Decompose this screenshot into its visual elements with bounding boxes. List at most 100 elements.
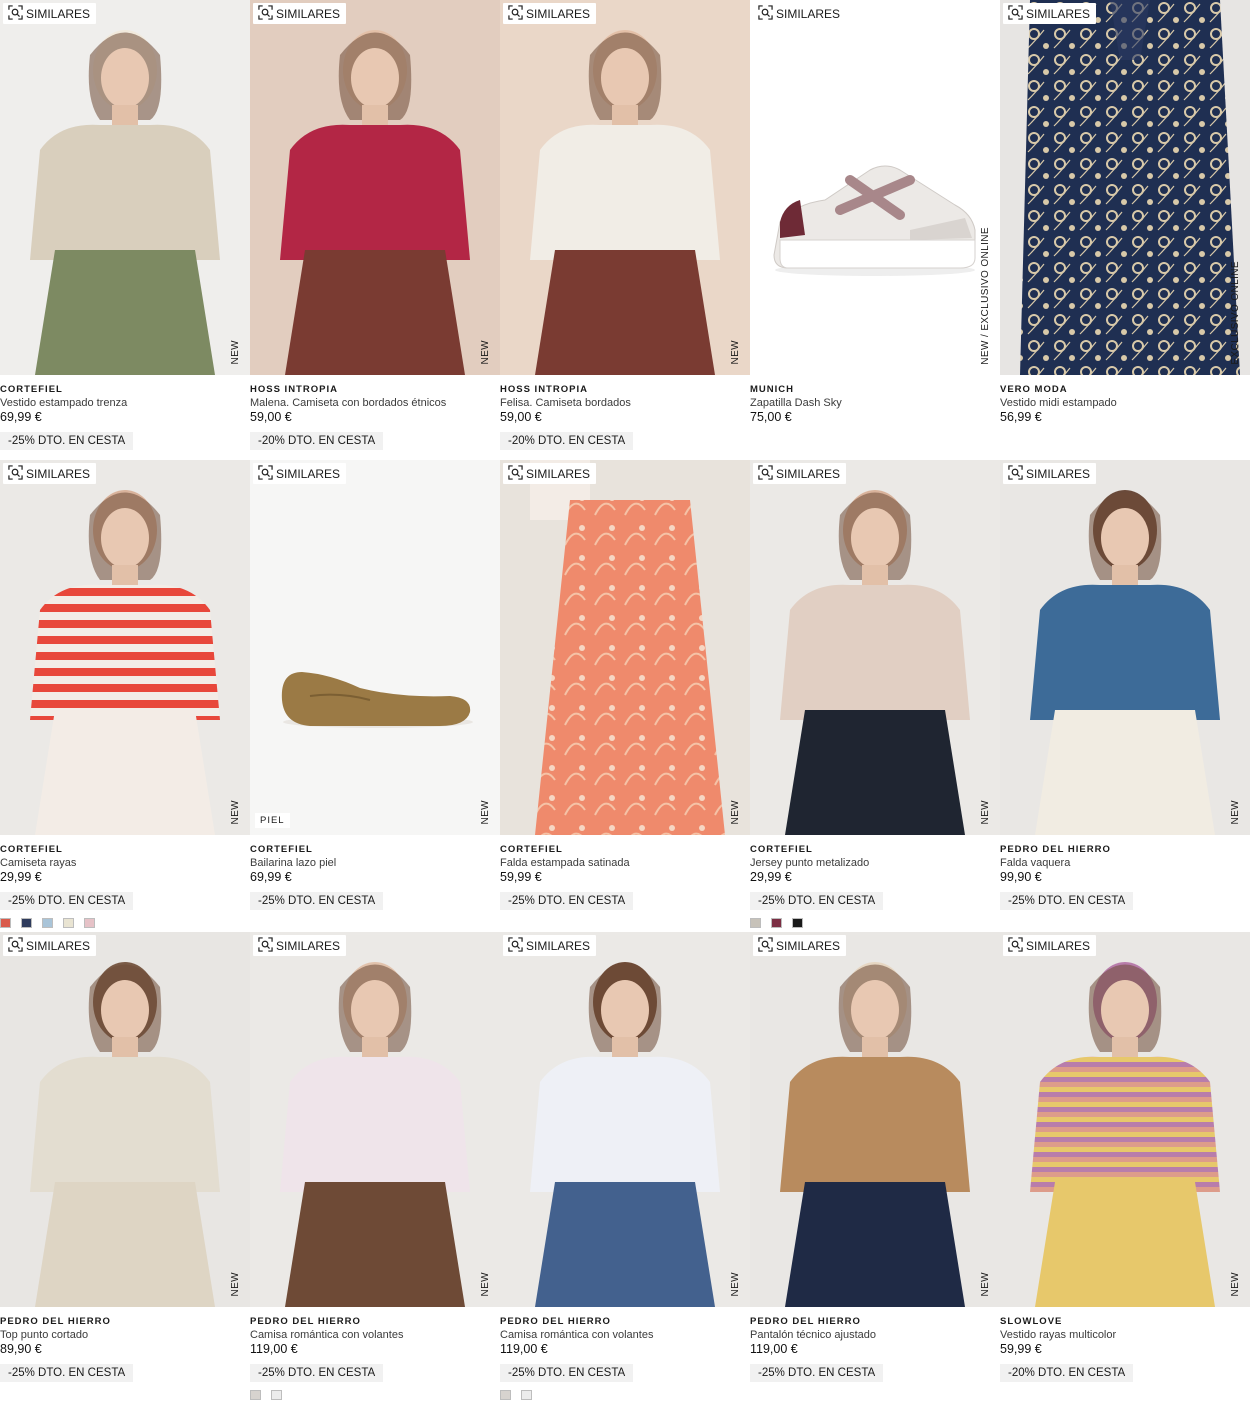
new-tag: NEW	[1230, 1272, 1241, 1297]
similar-button[interactable]: SIMILARES	[503, 3, 597, 24]
similar-label: SIMILARES	[26, 938, 91, 953]
product-brand: PEDRO DEL HIERRO	[500, 1316, 611, 1327]
new-tag: NEW	[730, 1272, 741, 1297]
similar-button[interactable]: SIMILARES	[253, 935, 347, 956]
product-name[interactable]: Camisa romántica con volantes	[250, 1328, 500, 1342]
product-name[interactable]: Falda estampada satinada	[500, 856, 750, 870]
product-name[interactable]: Vestido rayas multicolor	[1000, 1328, 1250, 1342]
visual-search-icon	[8, 936, 23, 955]
new-tag: NEW	[980, 1272, 991, 1297]
similar-button[interactable]: SIMILARES	[503, 463, 597, 484]
product-image[interactable]: SIMILARES NEW	[500, 460, 750, 835]
similar-button[interactable]: SIMILARES	[753, 935, 847, 956]
similar-button[interactable]: SIMILARES	[1003, 3, 1097, 24]
product-price: 119,00 €	[750, 1342, 798, 1356]
product-brand: MUNICH	[750, 384, 794, 395]
product-price: 69,99 €	[0, 410, 42, 424]
material-badge: PIEL	[255, 813, 290, 828]
product-image[interactable]: SIMILARES NEW	[750, 932, 1000, 1307]
similar-button[interactable]: SIMILARES	[3, 3, 97, 24]
visual-search-icon	[758, 4, 773, 23]
discount-badge: -25% DTO. EN CESTA	[500, 1364, 634, 1382]
product-brand: HOSS INTROPIA	[500, 384, 588, 395]
product-price: 59,00 €	[500, 410, 542, 424]
product-image[interactable]: SIMILARES NEW	[250, 0, 500, 375]
color-swatch[interactable]	[250, 1390, 261, 1400]
product-price: 119,00 €	[250, 1342, 298, 1356]
product-image[interactable]: SIMILARES NEW	[500, 932, 750, 1307]
color-swatches	[750, 918, 803, 928]
product-image[interactable]: SIMILARES NEW	[1000, 460, 1250, 835]
product-price: 89,90 €	[0, 1342, 42, 1356]
visual-search-icon	[258, 4, 273, 23]
visual-search-icon	[8, 4, 23, 23]
product-name[interactable]: Camisa romántica con volantes	[500, 1328, 750, 1342]
discount-badge: -20% DTO. EN CESTA	[250, 432, 384, 450]
visual-search-icon	[258, 936, 273, 955]
similar-label: SIMILARES	[776, 938, 841, 953]
product-price: 59,99 €	[1000, 1342, 1042, 1356]
product-name[interactable]: Bailarina lazo piel	[250, 856, 500, 870]
product-name[interactable]: Malena. Camiseta con bordados étnicos	[250, 396, 500, 410]
new-tag: NEW	[230, 340, 241, 365]
similar-button[interactable]: SIMILARES	[3, 935, 97, 956]
similar-button[interactable]: SIMILARES	[503, 935, 597, 956]
product-image[interactable]: SIMILARES NEW / EXCLUSIVO ONLINE	[750, 0, 1000, 375]
product-image[interactable]: SIMILARES NEW PIEL	[250, 460, 500, 835]
color-swatch[interactable]	[63, 918, 74, 928]
new-tag: NEW	[1230, 800, 1241, 825]
product-name[interactable]: Camiseta rayas	[0, 856, 250, 870]
product-brand: CORTEFIEL	[0, 844, 63, 855]
color-swatch[interactable]	[42, 918, 53, 928]
product-name[interactable]: Falda vaquera	[1000, 856, 1250, 870]
discount-badge: -25% DTO. EN CESTA	[0, 892, 134, 910]
color-swatch[interactable]	[84, 918, 95, 928]
new-tag: NEW	[480, 340, 491, 365]
product-name[interactable]: Top punto cortado	[0, 1328, 250, 1342]
product-image[interactable]: SIMILARES NEW	[0, 0, 250, 375]
color-swatches	[500, 1390, 532, 1400]
color-swatch[interactable]	[771, 918, 782, 928]
similar-button[interactable]: SIMILARES	[253, 3, 347, 24]
similar-button[interactable]: SIMILARES	[1003, 935, 1097, 956]
product-name[interactable]: Felisa. Camiseta bordados	[500, 396, 750, 410]
similar-button[interactable]: SIMILARES	[253, 463, 347, 484]
product-name[interactable]: Vestido midi estampado	[1000, 396, 1250, 410]
product-image[interactable]: SIMILARES NEW	[0, 460, 250, 835]
product-name[interactable]: Jersey punto metalizado	[750, 856, 1000, 870]
similar-button[interactable]: SIMILARES	[753, 463, 847, 484]
product-image[interactable]: SIMILARES NEW	[750, 460, 1000, 835]
color-swatch[interactable]	[792, 918, 803, 928]
product-price: 99,90 €	[1000, 870, 1042, 884]
discount-badge: -25% DTO. EN CESTA	[1000, 892, 1134, 910]
product-info: VERO MODA Vestido midi estampado 56,99 €	[1000, 383, 1250, 425]
color-swatch[interactable]	[271, 1390, 282, 1400]
similar-button[interactable]: SIMILARES	[3, 463, 97, 484]
product-image[interactable]: SIMILARES NEW	[250, 932, 500, 1307]
similar-label: SIMILARES	[526, 6, 591, 21]
visual-search-icon	[508, 936, 523, 955]
product-info: CORTEFIEL Camiseta rayas 29,99 € -25% DT…	[0, 843, 250, 910]
discount-badge: -25% DTO. EN CESTA	[0, 432, 134, 450]
product-image[interactable]: SIMILARES NEW	[500, 0, 750, 375]
product-image[interactable]: SIMILARES NEW	[1000, 932, 1250, 1307]
color-swatch[interactable]	[750, 918, 761, 928]
color-swatch[interactable]	[521, 1390, 532, 1400]
color-swatch[interactable]	[21, 918, 32, 928]
product-name[interactable]: Vestido estampado trenza	[0, 396, 250, 410]
color-swatch[interactable]	[500, 1390, 511, 1400]
similar-label: SIMILARES	[276, 6, 341, 21]
product-info: CORTEFIEL Falda estampada satinada 59,99…	[500, 843, 750, 910]
similar-button[interactable]: SIMILARES	[1003, 463, 1097, 484]
discount-badge: -20% DTO. EN CESTA	[500, 432, 634, 450]
new-tag: EXCLUSIVO ONLINE	[1230, 261, 1241, 365]
product-name[interactable]: Zapatilla Dash Sky	[750, 396, 1000, 410]
product-info: HOSS INTROPIA Malena. Camiseta con borda…	[250, 383, 500, 450]
color-swatch[interactable]	[0, 918, 11, 928]
similar-label: SIMILARES	[276, 938, 341, 953]
similar-button[interactable]: SIMILARES	[753, 3, 847, 24]
product-image[interactable]: SIMILARES NEW	[0, 932, 250, 1307]
product-image[interactable]: SIMILARES EXCLUSIVO ONLINE	[1000, 0, 1250, 375]
product-info: PEDRO DEL HIERRO Pantalón técnico ajusta…	[750, 1315, 1000, 1382]
product-name[interactable]: Pantalón técnico ajustado	[750, 1328, 1000, 1342]
